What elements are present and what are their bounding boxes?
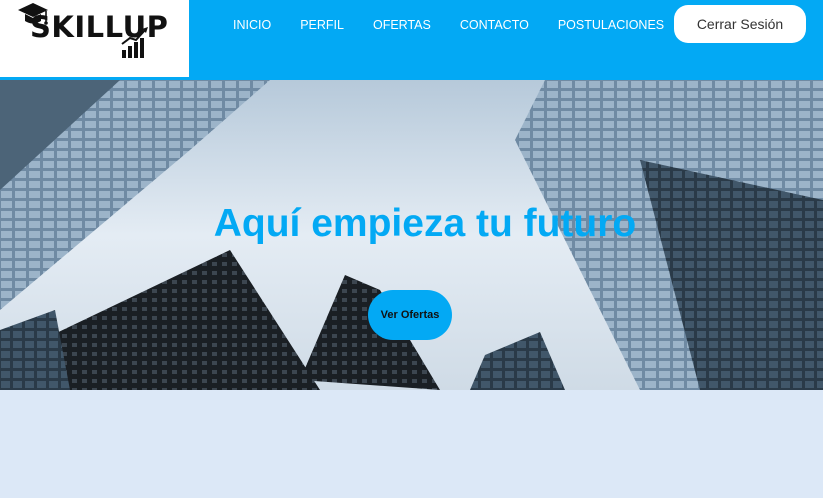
hero-banner: Aquí empieza tu futuro Ver Ofertas <box>0 80 823 390</box>
hero-title: Aquí empieza tu futuro <box>213 202 637 245</box>
logo[interactable]: SKILLUP <box>0 0 189 77</box>
nav-link-perfil[interactable]: PERFIL <box>300 17 344 33</box>
nav-link-ofertas[interactable]: OFERTAS <box>373 17 431 33</box>
view-offers-button[interactable]: Ver Ofertas <box>368 290 452 340</box>
nav-link-inicio[interactable]: INICIO <box>233 17 271 33</box>
main-nav: INICIO PERFIL OFERTAS CONTACTO POSTULACI… <box>233 17 664 33</box>
logout-button[interactable]: Cerrar Sesión <box>674 5 806 43</box>
navbar: SKILLUP INICIO PERFIL OFERTAS CONTACTO P… <box>0 0 823 80</box>
nav-link-postulaciones[interactable]: POSTULACIONES <box>558 17 664 33</box>
nav-link-contacto[interactable]: CONTACTO <box>460 17 529 33</box>
growth-chart-icon <box>121 27 148 58</box>
content-area <box>0 390 823 498</box>
